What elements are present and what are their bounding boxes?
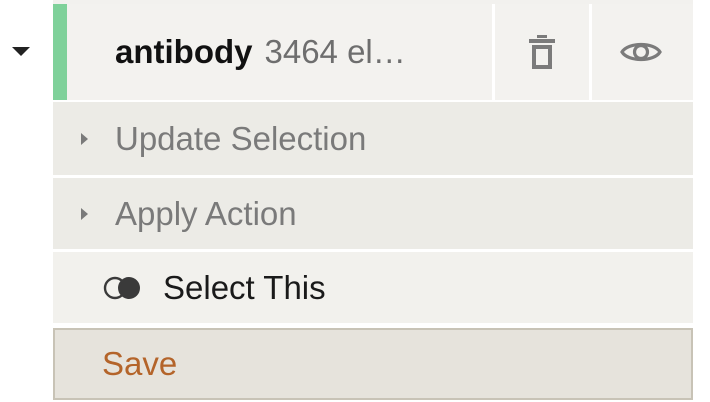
apply-action-label: Apply Action	[115, 194, 297, 232]
group-header: antibody 3464 el…	[53, 4, 693, 102]
caret-right-icon	[81, 132, 88, 145]
update-selection-label: Update Selection	[115, 119, 367, 157]
trash-icon	[529, 35, 555, 69]
save-button[interactable]: Save	[53, 328, 693, 400]
group-element-count: 3464 el…	[264, 33, 406, 70]
select-this-item[interactable]: Select This	[53, 252, 693, 326]
venn-overlap-icon	[103, 275, 143, 301]
group-panel: antibody 3464 el… Update Selection Apply…	[53, 4, 693, 402]
group-color-indicator	[53, 4, 67, 100]
save-label: Save	[102, 345, 178, 382]
delete-button[interactable]	[495, 4, 592, 100]
visibility-toggle-button[interactable]	[592, 4, 689, 100]
select-this-label: Select This	[163, 268, 326, 306]
apply-action-item[interactable]: Apply Action	[53, 178, 693, 252]
eye-icon	[619, 42, 662, 62]
group-name: antibody	[115, 33, 253, 70]
update-selection-item[interactable]: Update Selection	[53, 102, 693, 178]
caret-right-icon	[81, 207, 88, 220]
group-title[interactable]: antibody 3464 el…	[67, 4, 495, 100]
collapse-arrow-icon[interactable]	[12, 47, 30, 56]
